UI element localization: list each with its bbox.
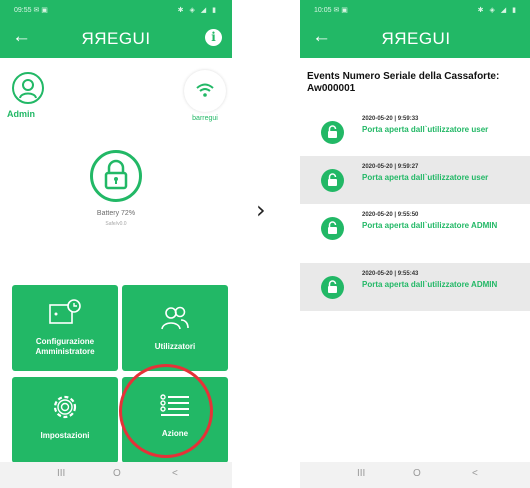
tile-label: Impostazioni: [40, 431, 90, 440]
unlock-icon: [321, 169, 344, 192]
event-row[interactable]: 2020-05-20 | 9:59:27 Porta aperta dall`u…: [300, 156, 530, 204]
android-nav-bar: III O <: [300, 462, 530, 488]
event-datetime: 2020-05-20 | 9:59:27: [362, 164, 419, 170]
wifi-icon[interactable]: [184, 70, 226, 112]
event-message: Porta aperta dall`utilizzatore ADMIN: [362, 221, 498, 230]
event-datetime: 2020-05-20 | 9:55:43: [362, 271, 419, 277]
app-bar: ← ЯЯEGUI: [300, 18, 530, 58]
event-datetime: 2020-05-20 | 9:55:50: [362, 212, 419, 218]
event-row[interactable]: 2020-05-20 | 9:59:33 Porta aperta dall`u…: [300, 108, 530, 156]
event-row[interactable]: 2020-05-20 | 9:55:50 Porta aperta dall`u…: [300, 204, 530, 252]
status-bar: 10:05 ✉ ▣ ✱ ◈ ◢ ▮: [300, 0, 530, 18]
comparison-stage: 09:55 ✉ ▣ ✱ ◈ ◢ ▮ ← ЯЯEGUI i Admin barre…: [0, 0, 530, 488]
status-icons: ✱ ◈ ◢ ▮: [477, 7, 518, 14]
event-message: Porta aperta dall`utilizzatore user: [362, 173, 489, 182]
status-bar: 09:55 ✉ ▣ ✱ ◈ ◢ ▮: [0, 0, 232, 18]
battery-status: Battery 72%: [96, 210, 136, 217]
app-logo: ЯЯEGUI: [381, 29, 451, 48]
highlight-circle: [119, 364, 213, 458]
status-time: 09:55 ✉ ▣: [14, 7, 48, 14]
event-datetime: 2020-05-20 | 9:59:33: [362, 116, 419, 122]
back-button[interactable]: <: [172, 468, 178, 479]
unlock-icon: [321, 276, 344, 299]
status-icons: ✱ ◈ ◢ ▮: [177, 7, 218, 14]
unlock-icon: [321, 217, 344, 240]
recent-apps-button[interactable]: III: [357, 468, 365, 479]
back-button[interactable]: <: [472, 468, 478, 479]
phone-screen-events: 10:05 ✉ ▣ ✱ ◈ ◢ ▮ ← ЯЯEGUI Events Numero…: [300, 0, 530, 488]
info-icon[interactable]: i: [205, 29, 222, 46]
user-label: Admin: [7, 109, 35, 119]
unlock-icon: [321, 121, 344, 144]
event-message: Porta aperta dall`utilizzatore user: [362, 125, 489, 134]
tile-label: Configurazione Amministratore: [35, 337, 95, 356]
event-message: Porta aperta dall`utilizzatore ADMIN: [362, 280, 498, 289]
lock-icon[interactable]: [90, 150, 142, 202]
app-bar: ← ЯЯEGUI i: [0, 18, 232, 58]
tile-label: Utilizzatori: [154, 342, 196, 351]
tile-impostazioni[interactable]: Impostazioni: [12, 377, 118, 463]
tile-configurazione-amministratore[interactable]: Configurazione Amministratore: [12, 285, 118, 371]
user-avatar-icon[interactable]: [12, 72, 44, 104]
safe-settings-icon: [49, 299, 81, 324]
android-nav-bar: III O <: [0, 462, 232, 488]
device-name: barregui: [192, 115, 218, 122]
phone-screen-home: 09:55 ✉ ▣ ✱ ◈ ◢ ▮ ← ЯЯEGUI i Admin barre…: [0, 0, 232, 488]
home-button[interactable]: O: [113, 468, 121, 479]
recent-apps-button[interactable]: III: [57, 468, 65, 479]
battery-subtext: Safe/v0.0: [105, 221, 127, 227]
users-icon: [161, 306, 189, 330]
chevron-right-icon: ›: [256, 196, 266, 224]
tile-utilizzatori[interactable]: Utilizzatori: [122, 285, 228, 371]
gear-icon: [53, 395, 77, 419]
home-button[interactable]: O: [413, 468, 421, 479]
event-row[interactable]: 2020-05-20 | 9:55:43 Porta aperta dall`u…: [300, 263, 530, 311]
status-time: 10:05 ✉ ▣: [314, 7, 348, 14]
events-title: Events Numero Seriale della Cassaforte: …: [307, 71, 500, 94]
app-logo: ЯЯEGUI: [81, 29, 151, 48]
